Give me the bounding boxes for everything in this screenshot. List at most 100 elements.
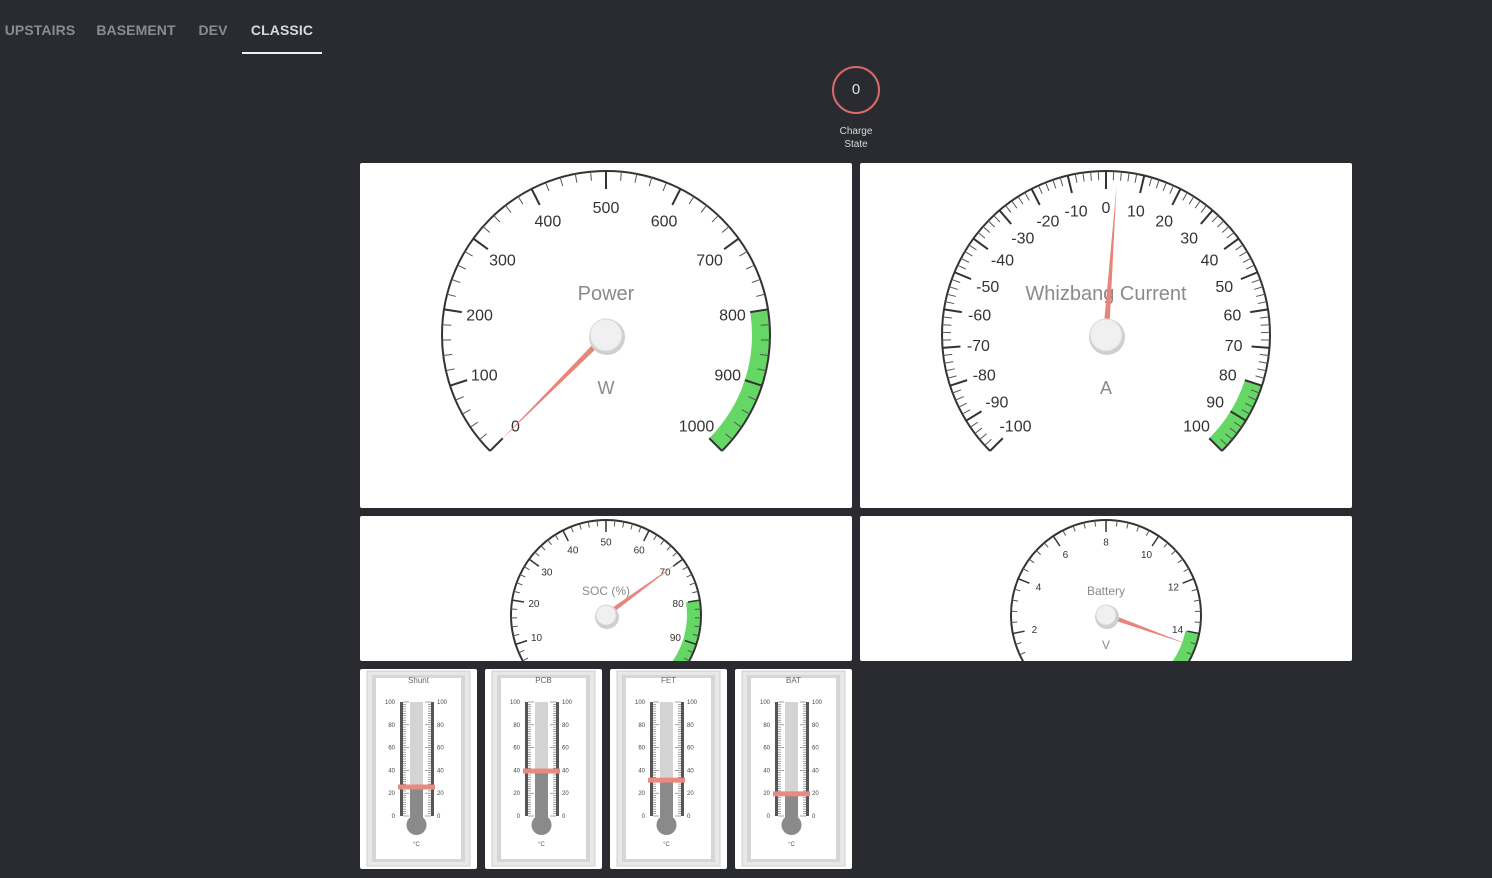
power-gauge-tick-label: 1000 <box>679 418 715 435</box>
current-gauge-minor-tick <box>947 293 956 297</box>
battery-gauge-minor-tick <box>1115 520 1118 527</box>
thermometer-bat-scale-right <box>806 702 809 816</box>
battery-gauge-minor-tick <box>1035 550 1041 555</box>
battery-gauge-tick-label: 4 <box>1036 583 1042 594</box>
current-gauge-tick-label: 10 <box>1127 203 1145 220</box>
current-gauge-major-tick <box>1250 308 1269 314</box>
soc-gauge-tick-label: 90 <box>670 633 682 644</box>
current-gauge-major-tick <box>1066 175 1073 194</box>
thermometer-shunt-value-marker <box>398 784 435 790</box>
battery-gauge-needle-hub <box>1095 604 1117 626</box>
thermometer-fet-scale-label-left: 40 <box>638 768 645 774</box>
current-gauge-tick-label: 0 <box>1102 200 1111 217</box>
thermometer-fet-scale-label-left: 80 <box>638 723 645 729</box>
current-gauge-minor-tick <box>1162 182 1167 192</box>
thermometer-pcb-value-marker <box>523 768 560 774</box>
power-gauge-major-tick <box>443 308 462 314</box>
thermometer-shunt-svg: Shunt0 020 2040 4060 6080 80100 100°C <box>366 670 471 867</box>
current-gauge-minor-tick <box>1005 205 1012 213</box>
charge-state-label-line1: Charge <box>839 126 873 137</box>
thermometer-shunt-scale-label-left: 20 <box>388 791 395 797</box>
current-gauge-minor-tick <box>979 433 987 440</box>
tab-basement[interactable]: BASEMENT <box>92 0 180 54</box>
power-gauge-minor-tick <box>464 251 473 257</box>
battery-gauge-minor-tick <box>1136 525 1140 532</box>
thermometer-pcb-scale-label-right: 40 <box>562 768 569 774</box>
battery-gauge-minor-tick <box>1043 542 1049 548</box>
current-gauge-minor-tick <box>982 226 991 233</box>
current-gauge-tick-label: -80 <box>973 367 996 384</box>
current-gauge-tick-label: -10 <box>1065 203 1088 220</box>
battery-gauge-minor-tick <box>1126 522 1129 529</box>
power-gauge-major-tick <box>530 188 541 206</box>
power-gauge-major-tick <box>472 237 489 250</box>
power-gauge-minor-tick <box>517 196 524 205</box>
current-gauge-minor-tick <box>1200 205 1207 213</box>
power-gauge-tick-label: 700 <box>696 253 723 270</box>
thermometer-bat-unit-label: °C <box>788 842 795 848</box>
soc-gauge-minor-tick <box>689 582 696 586</box>
current-gauge-minor-tick <box>1211 215 1219 223</box>
current-gauge-minor-tick <box>1260 324 1270 326</box>
thermometer-pcb-scale-label-left: 100 <box>510 700 521 706</box>
power-gauge-minor-tick <box>590 171 592 181</box>
current-gauge-minor-tick <box>1017 196 1024 205</box>
tab-upstairs[interactable]: UPSTAIRS <box>0 0 80 54</box>
current-gauge-major-tick <box>1139 175 1146 194</box>
power-gauge-minor-tick <box>662 182 667 192</box>
thermometer-fet-scale-label-right: 80 <box>687 723 694 729</box>
current-gauge-tick-label: 100 <box>1183 418 1210 435</box>
current-gauge-minor-tick <box>1259 353 1269 357</box>
current-gauge-major-tick <box>989 437 1004 452</box>
thermometer-shunt-scale-label-right: 60 <box>437 746 444 752</box>
thermometer-bat-scale-label-left: 100 <box>760 700 771 706</box>
soc-gauge-minor-tick <box>666 545 672 551</box>
power-gauge-minor-tick <box>634 173 638 183</box>
soc-gauge-minor-tick <box>630 523 633 530</box>
current-gauge-minor-tick <box>968 244 977 251</box>
current-gauge-minor-tick <box>1256 293 1265 297</box>
current-gauge-units: A <box>1100 378 1112 398</box>
soc-gauge-tick-label: 80 <box>673 599 685 610</box>
battery-gauge-minor-tick <box>1177 558 1184 564</box>
soc-gauge-minor-tick <box>570 526 574 533</box>
current-gauge-tick-label: 40 <box>1201 253 1219 270</box>
current-gauge-minor-tick <box>993 215 1001 223</box>
power-gauge: 0 100 200 300 400 500 600 700 800 900 1000 Power W <box>441 170 771 452</box>
current-gauge-minor-tick <box>1258 361 1268 364</box>
soc-gauge-minor-tick <box>596 520 599 527</box>
soc-gauge-major-tick <box>515 639 528 646</box>
tab-classic[interactable]: CLASSIC <box>242 0 322 54</box>
soc-gauge-tick-label: 10 <box>531 633 543 644</box>
thermometer-pcb-scale-label-right: 60 <box>562 746 569 752</box>
soc-gauge-minor-tick <box>587 521 590 528</box>
power-gauge-minor-tick <box>751 278 761 283</box>
thermometer-pcb-scale-label-right: 20 <box>562 791 569 797</box>
thermometer-fet-scale-right <box>681 702 684 816</box>
soc-gauge-needle-hub <box>595 604 617 626</box>
thermometer-bat-scale-label-left: 20 <box>763 791 770 797</box>
current-gauge-minor-tick <box>962 409 971 415</box>
current-gauge-minor-tick <box>1059 177 1064 187</box>
current-gauge-minor-tick <box>1169 185 1174 194</box>
thermometer-pcb-mercury <box>535 771 548 822</box>
current-gauge-minor-tick <box>1134 173 1138 183</box>
thermometer-bat-svg: BAT0 020 2040 4060 6080 80100 100°C <box>741 670 846 867</box>
power-gauge-units: W <box>598 378 615 398</box>
current-gauge-minor-tick <box>1155 179 1160 189</box>
current-gauge-minor-tick <box>952 389 962 394</box>
thermometer-pcb-scale-label-left: 20 <box>513 791 520 797</box>
tab-dev[interactable]: DEV <box>190 0 236 54</box>
thermometer-fet-svg: FET0 020 2040 4060 6080 80100 100°C <box>616 670 721 867</box>
battery-gauge-minor-tick <box>1072 525 1076 532</box>
current-gauge-minor-tick <box>958 402 968 408</box>
soc-gauge-minor-tick <box>622 521 625 528</box>
power-gauge-minor-tick <box>493 215 501 223</box>
power-gauge-minor-tick <box>505 205 512 213</box>
current-gauge-tick-label: 90 <box>1206 395 1224 412</box>
soc-gauge-major-tick <box>643 530 650 542</box>
soc-gauge-minor-tick <box>672 551 678 557</box>
power-gauge-minor-tick <box>760 324 770 326</box>
current-gauge-minor-tick <box>955 396 964 401</box>
thermometer-shunt-scale-label-left: 100 <box>385 700 396 706</box>
